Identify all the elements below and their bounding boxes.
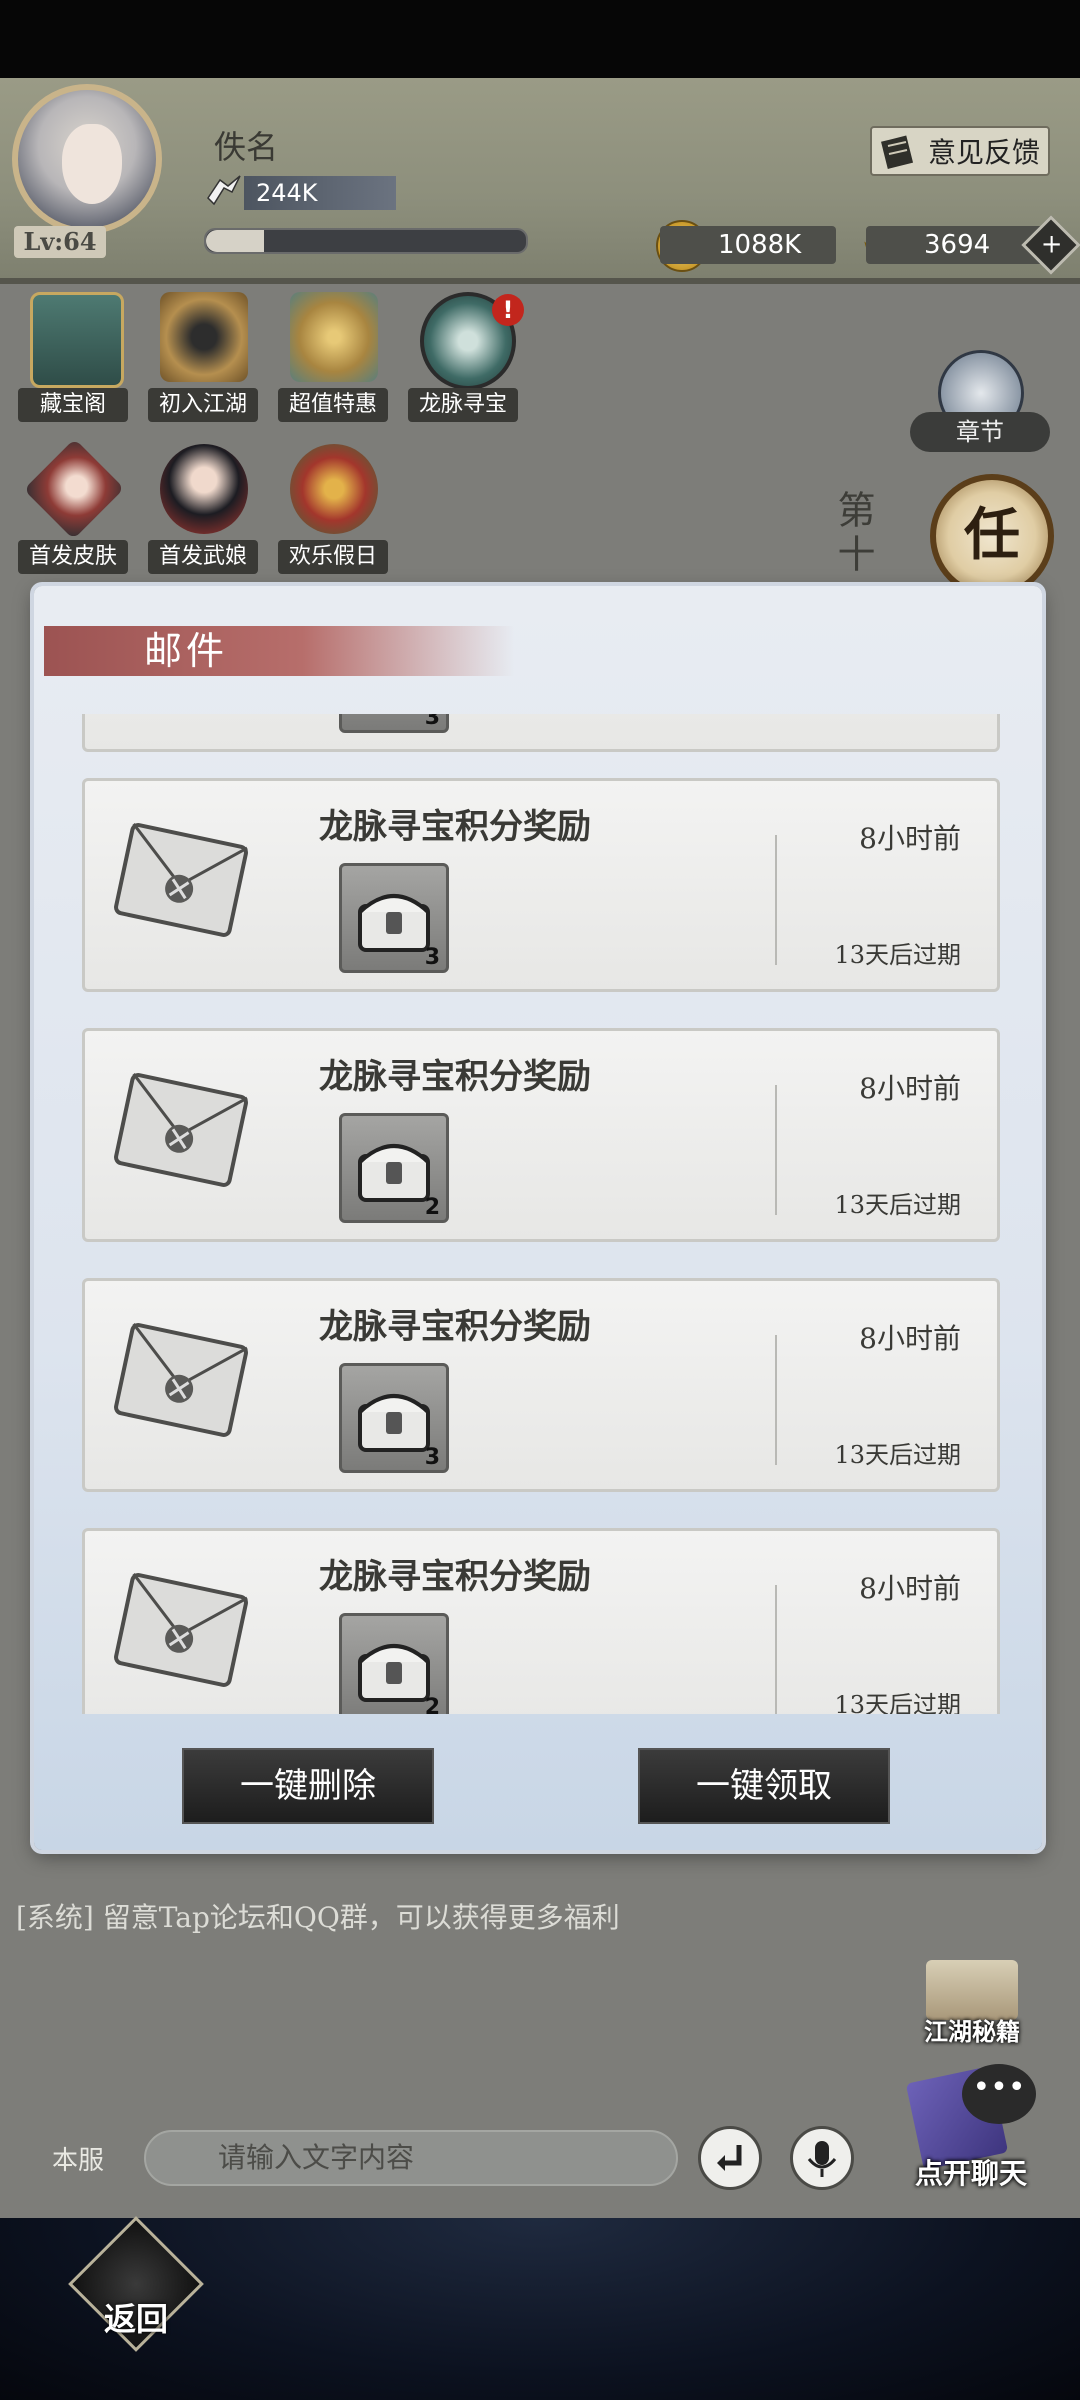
mail-title-text: 龙脉寻宝积分奖励 <box>319 1557 591 1597</box>
mail-title-text: 龙脉寻宝积分奖励 <box>319 1307 591 1347</box>
jianghu-start-icon <box>160 292 248 382</box>
microphone-icon <box>807 2141 837 2177</box>
heroine-icon <box>160 444 248 534</box>
divider <box>775 835 777 965</box>
activity-label: 欢乐假日 <box>278 540 388 574</box>
secrets-label: 江湖秘籍 <box>924 2017 1020 2046</box>
activity-label: 超值特惠 <box>278 388 388 422</box>
chest-icon <box>358 1394 430 1452</box>
chest-icon <box>358 1644 430 1702</box>
chat-input-bar: 本服 请输入文字内容 <box>0 2126 1080 2192</box>
reward-chest[interactable]: 3 <box>339 863 449 973</box>
mail-expiry: 13天后过期 <box>834 1691 961 1714</box>
activity-label: 首发武娘 <box>148 540 258 574</box>
enter-icon <box>717 2145 742 2171</box>
activity-label: 龙脉寻宝 <box>408 388 518 422</box>
reward-chest[interactable]: 3 <box>339 1363 449 1473</box>
activity-holiday[interactable]: 欢乐假日 <box>278 444 388 574</box>
mail-list[interactable]: 3 龙脉寻宝积分奖励 3 8小时前 13天后过期 龙脉寻宝积分奖励 2 8小时前… <box>82 714 1002 1714</box>
skin-icon <box>23 438 125 540</box>
envelope-icon <box>114 823 248 937</box>
value-deal-icon <box>290 292 378 382</box>
player-level: Lv:64 <box>14 226 106 258</box>
mail-item[interactable]: 龙脉寻宝积分奖励 3 8小时前 13天后过期 <box>82 1278 1000 1492</box>
activity-dragon-treasure[interactable]: ! 龙脉寻宝 <box>408 292 524 422</box>
exp-bar-fill <box>206 230 264 252</box>
mail-item[interactable]: 龙脉寻宝积分奖励 2 8小时前 13天后过期 <box>82 1028 1000 1242</box>
power-icon <box>207 175 241 206</box>
send-button[interactable] <box>698 2126 762 2190</box>
voice-button[interactable] <box>790 2126 854 2190</box>
back-label: 返回 <box>103 2300 168 2338</box>
mail-panel: 邮件 3 龙脉寻宝积分奖励 3 8小时前 13天后过期 龙脉寻宝积分奖励 2 8… <box>34 586 1042 1850</box>
divider <box>775 1585 777 1714</box>
reward-count: 3 <box>424 945 440 970</box>
chat-channel-tab[interactable]: 本服 <box>52 2140 104 2177</box>
mail-time: 8小时前 <box>859 1572 961 1605</box>
divider <box>775 1085 777 1215</box>
reward-count: 2 <box>424 1695 440 1714</box>
mail-time: 8小时前 <box>859 822 961 855</box>
chapter-side-text: 第十 <box>831 490 875 578</box>
envelope-icon <box>114 1573 248 1687</box>
reward-count: 3 <box>424 1445 440 1470</box>
reward-chest: 3 <box>339 714 449 733</box>
combat-power: 244K <box>244 176 396 210</box>
mail-time: 8小时前 <box>859 1322 961 1355</box>
avatar-face <box>62 124 122 204</box>
mail-item[interactable]: 龙脉寻宝积分奖励 3 8小时前 13天后过期 <box>82 778 1000 992</box>
alert-badge-icon: ! <box>492 294 524 326</box>
mail-expiry: 13天后过期 <box>834 1191 961 1219</box>
jianghu-secrets-button[interactable]: 江湖秘籍 <box>902 1960 1042 2060</box>
mail-item-partial[interactable]: 3 <box>82 714 1000 752</box>
coin-amount: 1088K <box>660 226 836 264</box>
mail-title: 邮件 <box>144 629 229 673</box>
plus-icon: + <box>1040 229 1063 260</box>
activity-treasure-pavilion[interactable]: 藏宝阁 <box>18 292 128 422</box>
activity-first-heroine[interactable]: 首发武娘 <box>148 444 258 574</box>
mail-expiry: 13天后过期 <box>834 1441 961 1469</box>
chat-bubble-icon: ••• <box>962 2064 1036 2124</box>
reward-chest[interactable]: 2 <box>339 1613 449 1714</box>
activity-label: 藏宝阁 <box>18 388 128 422</box>
holiday-icon <box>290 444 378 534</box>
activity-value-deal[interactable]: 超值特惠 <box>278 292 388 422</box>
reward-count: 3 <box>424 714 440 730</box>
mail-expiry: 13天后过期 <box>834 941 961 969</box>
delete-all-button[interactable]: 一键删除 <box>182 1748 434 1824</box>
chapter-label: 章节 <box>910 412 1050 452</box>
status-bar <box>0 0 1080 78</box>
mail-title-bar: 邮件 <box>44 626 514 676</box>
ingot-amount: 3694 <box>866 226 1046 264</box>
claim-all-button[interactable]: 一键领取 <box>638 1748 890 1824</box>
activity-label: 首发皮肤 <box>18 540 128 574</box>
back-button[interactable]: 返回 <box>68 2216 204 2352</box>
mail-title-text: 龙脉寻宝积分奖励 <box>319 1057 591 1097</box>
player-name: 佚名 <box>214 128 279 166</box>
chest-icon <box>358 1144 430 1202</box>
reward-count: 2 <box>424 1195 440 1220</box>
system-message: [系统] 留意Tap论坛和QQ群，可以获得更多福利 <box>16 1901 620 1934</box>
reward-chest[interactable]: 2 <box>339 1113 449 1223</box>
player-header: Lv:64 佚名 244K 意见反馈 1088K 3694 + <box>0 78 1080 284</box>
chat-input[interactable]: 请输入文字内容 <box>144 2130 678 2186</box>
activity-jianghu-start[interactable]: 初入江湖 <box>148 292 258 422</box>
activity-first-skin[interactable]: 首发皮肤 <box>18 438 128 574</box>
task-button[interactable]: 任 <box>930 474 1054 598</box>
add-currency-button[interactable]: + <box>1021 215 1080 275</box>
chest-icon <box>358 894 430 952</box>
exp-bar <box>204 228 528 254</box>
chapter-button[interactable]: 章节 <box>910 350 1050 460</box>
envelope-icon <box>114 1323 248 1437</box>
secrets-book-icon <box>926 1960 1018 2020</box>
player-avatar[interactable] <box>12 84 162 234</box>
activity-label: 初入江湖 <box>148 388 258 422</box>
mail-title-text: 龙脉寻宝积分奖励 <box>319 807 591 847</box>
mail-item[interactable]: 龙脉寻宝积分奖励 2 8小时前 13天后过期 <box>82 1528 1000 1714</box>
treasure-pavilion-icon <box>30 292 124 388</box>
scroll-icon <box>881 135 914 169</box>
mail-time: 8小时前 <box>859 1072 961 1105</box>
divider <box>775 1335 777 1465</box>
envelope-icon <box>114 1073 248 1187</box>
